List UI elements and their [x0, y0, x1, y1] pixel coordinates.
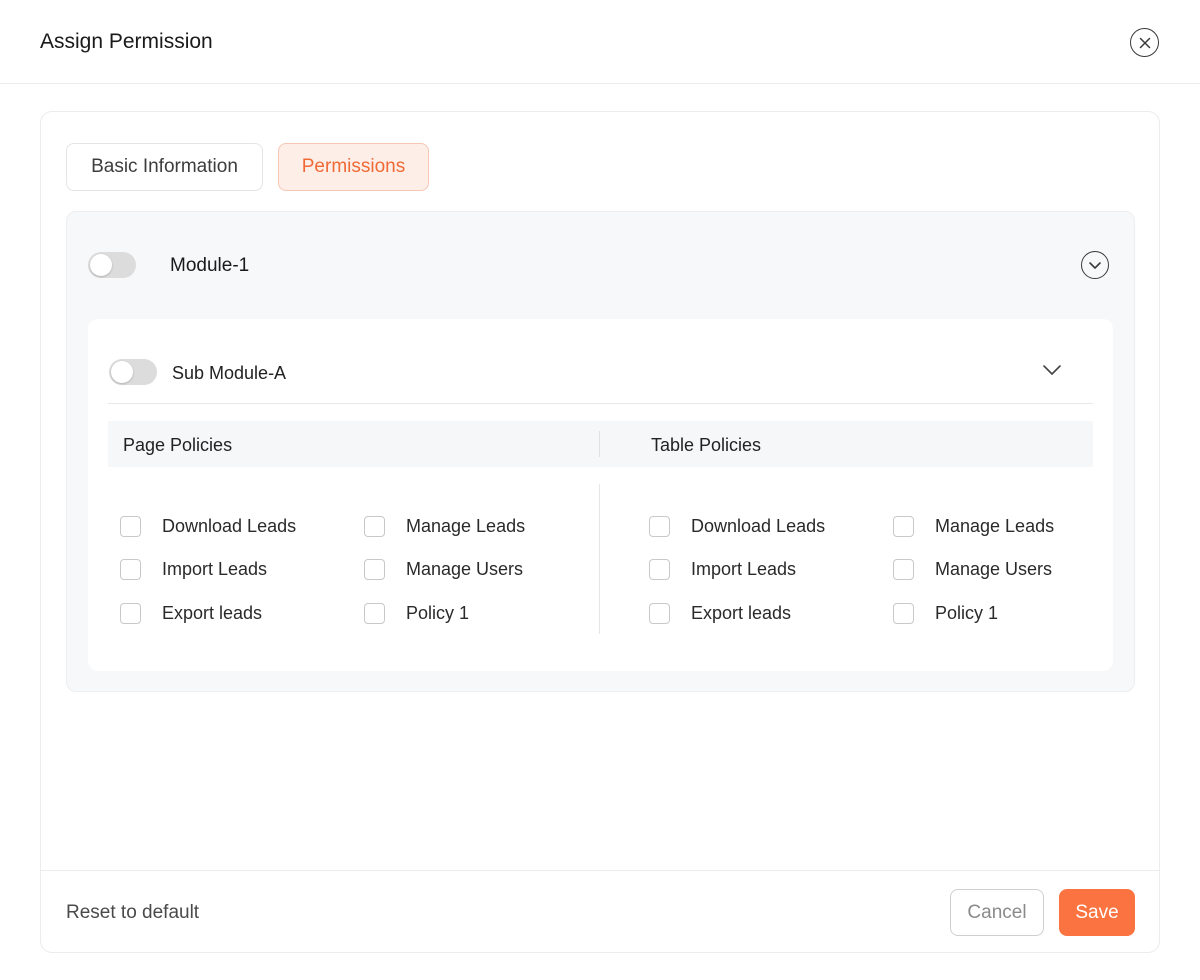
checkbox[interactable] [893, 602, 914, 624]
checkbox-label: Policy 1 [406, 602, 470, 623]
table-policy-manage-users[interactable]: Manage Users [893, 558, 1052, 580]
column-divider [599, 484, 600, 634]
save-button[interactable]: Save [1059, 889, 1135, 936]
page-policy-manage-leads[interactable]: Manage Leads [364, 515, 525, 537]
table-policy-manage-leads[interactable]: Manage Leads [893, 515, 1054, 537]
checkbox[interactable] [120, 515, 141, 537]
table-policy-policy-1[interactable]: Policy 1 [893, 602, 998, 624]
close-icon [1139, 37, 1150, 48]
checkbox-label: Export leads [162, 602, 263, 623]
permission-card: Basic Information Permissions Module-1 S… [40, 111, 1160, 953]
divider [599, 431, 600, 457]
table-policies-heading: Table Policies [651, 435, 762, 455]
checkbox-label: Export leads [691, 602, 792, 623]
page-policy-download-leads[interactable]: Download Leads [120, 515, 296, 537]
toggle-knob [90, 254, 112, 276]
dialog-title: Assign Permission [40, 30, 213, 53]
submodule-panel: Sub Module-A Page Policies Table Policie… [88, 319, 1113, 671]
checkbox[interactable] [120, 558, 141, 580]
checkbox[interactable] [364, 558, 385, 580]
checkbox-label: Manage Leads [406, 515, 526, 536]
checkbox[interactable] [893, 515, 914, 537]
submodule-title: Sub Module-A [172, 363, 287, 383]
checkbox[interactable] [120, 602, 141, 624]
checkbox-label: Manage Users [935, 558, 1053, 579]
submodule-toggle[interactable] [109, 359, 157, 385]
dialog-header: Assign Permission [0, 0, 1200, 84]
checkbox[interactable] [364, 515, 385, 537]
checkbox-label: Download Leads [162, 515, 297, 536]
toggle-knob [111, 361, 133, 383]
page-policy-policy-1[interactable]: Policy 1 [364, 602, 469, 624]
page-policy-manage-users[interactable]: Manage Users [364, 558, 523, 580]
checkbox-label: Import Leads [691, 558, 797, 579]
checkbox-label: Import Leads [162, 558, 268, 579]
checkbox-label: Download Leads [691, 515, 826, 536]
page-policy-export-leads[interactable]: Export leads [120, 602, 262, 624]
checkbox[interactable] [893, 558, 914, 580]
module-expand-button[interactable] [1081, 251, 1109, 279]
table-policy-import-leads[interactable]: Import Leads [649, 558, 796, 580]
checkbox-label: Manage Users [406, 558, 524, 579]
checkbox[interactable] [649, 515, 670, 537]
checkbox[interactable] [649, 602, 670, 624]
checkbox-label: Policy 1 [935, 602, 999, 623]
checkbox[interactable] [649, 558, 670, 580]
dialog-footer: Reset to default Cancel Save [41, 870, 1159, 952]
module-title: Module-1 [170, 255, 250, 276]
tab-basic-information[interactable]: Basic Information [66, 143, 263, 191]
page-policy-import-leads[interactable]: Import Leads [120, 558, 267, 580]
page-policies-heading: Page Policies [123, 435, 233, 455]
module-toggle[interactable] [88, 252, 136, 278]
table-policy-export-leads[interactable]: Export leads [649, 602, 791, 624]
cancel-button[interactable]: Cancel [950, 889, 1044, 936]
policy-header: Page Policies Table Policies [108, 421, 1093, 467]
divider [108, 403, 1093, 404]
checkbox-label: Manage Leads [935, 515, 1055, 536]
module-panel: Module-1 Sub Module-A Page Policies Tabl… [66, 211, 1135, 692]
table-policy-download-leads[interactable]: Download Leads [649, 515, 825, 537]
close-button[interactable] [1130, 28, 1159, 57]
reset-to-default-button[interactable]: Reset to default [66, 902, 199, 924]
chevron-down-icon [1089, 261, 1101, 269]
chevron-down-icon[interactable] [1042, 363, 1062, 377]
checkbox[interactable] [364, 602, 385, 624]
tab-permissions[interactable]: Permissions [278, 143, 429, 191]
